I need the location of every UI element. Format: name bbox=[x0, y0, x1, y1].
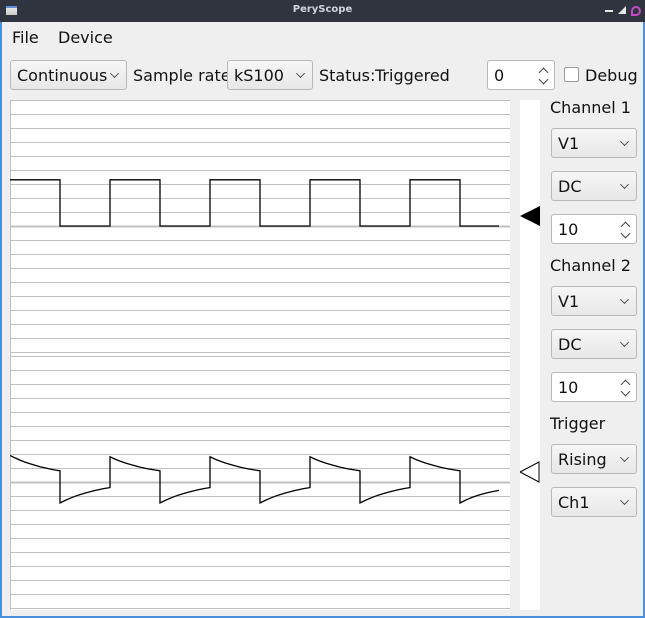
channel1-coupling-select[interactable]: DC bbox=[551, 171, 637, 201]
debug-label: Debug bbox=[585, 66, 638, 85]
scope-display[interactable] bbox=[10, 100, 510, 610]
chevron-down-icon bbox=[620, 137, 629, 146]
status-label: Status: bbox=[319, 66, 376, 85]
chevron-down-icon bbox=[620, 496, 629, 505]
channel2-label: Channel 2 bbox=[550, 256, 631, 275]
debug-checkbox[interactable] bbox=[564, 67, 579, 82]
trigger-level-bar[interactable] bbox=[518, 100, 540, 610]
chevron-down-icon bbox=[620, 295, 629, 304]
trigger-label: Trigger bbox=[550, 414, 606, 433]
title-bar[interactable]: PeryScope bbox=[0, 0, 645, 22]
sample-rate-select[interactable]: kS100 bbox=[227, 60, 313, 90]
window-title: PeryScope bbox=[292, 4, 353, 15]
chevron-down-icon bbox=[110, 69, 119, 78]
offset-value: 0 bbox=[494, 66, 505, 85]
status-value: Triggered bbox=[375, 66, 450, 85]
sample-rate-value: kS100 bbox=[234, 66, 284, 85]
menu-device[interactable]: Device bbox=[58, 28, 113, 47]
mode-value: Continuous bbox=[17, 66, 108, 85]
spin-down-icon[interactable] bbox=[538, 74, 549, 85]
chevron-down-icon bbox=[620, 338, 629, 347]
channel1-scale-spinbox[interactable]: 10 bbox=[551, 214, 637, 244]
close-icon[interactable] bbox=[630, 4, 641, 16]
spin-down-icon[interactable] bbox=[620, 228, 631, 239]
chevron-down-icon bbox=[620, 180, 629, 189]
chevron-down-icon bbox=[296, 69, 305, 78]
scope-plot bbox=[10, 100, 510, 610]
channel2-range-value: V1 bbox=[558, 292, 580, 311]
offset-spinbox[interactable]: 0 bbox=[487, 60, 555, 90]
channel2-trigger-marker-icon[interactable] bbox=[518, 461, 540, 483]
channel1-range-value: V1 bbox=[558, 134, 580, 153]
chevron-down-icon bbox=[620, 453, 629, 462]
channel2-scale-value: 10 bbox=[558, 378, 579, 397]
trigger-source-select[interactable]: Ch1 bbox=[551, 487, 637, 517]
menu-bar: File Device bbox=[2, 22, 643, 52]
channel2-scale-spinbox[interactable]: 10 bbox=[551, 372, 637, 402]
sample-rate-label: Sample rate bbox=[133, 66, 231, 85]
spin-down-icon[interactable] bbox=[620, 386, 631, 397]
channel1-coupling-value: DC bbox=[558, 177, 582, 196]
trigger-edge-value: Rising bbox=[558, 450, 607, 469]
channel1-range-select[interactable]: V1 bbox=[551, 128, 637, 158]
channel2-coupling-value: DC bbox=[558, 335, 582, 354]
menu-file[interactable]: File bbox=[12, 28, 39, 47]
minimize-icon[interactable] bbox=[604, 4, 615, 16]
scope-background bbox=[10, 100, 510, 610]
channel1-trigger-marker-icon[interactable] bbox=[520, 206, 540, 226]
mode-select[interactable]: Continuous bbox=[10, 60, 127, 90]
app-window: PeryScope File Device Continuous Sample … bbox=[0, 0, 645, 618]
trigger-edge-select[interactable]: Rising bbox=[551, 444, 637, 474]
channel1-scale-value: 10 bbox=[558, 220, 579, 239]
trigger-source-value: Ch1 bbox=[558, 493, 590, 512]
maximize-icon[interactable] bbox=[617, 4, 628, 16]
channel2-coupling-select[interactable]: DC bbox=[551, 329, 637, 359]
channel1-label: Channel 1 bbox=[550, 98, 631, 117]
channel2-range-select[interactable]: V1 bbox=[551, 286, 637, 316]
